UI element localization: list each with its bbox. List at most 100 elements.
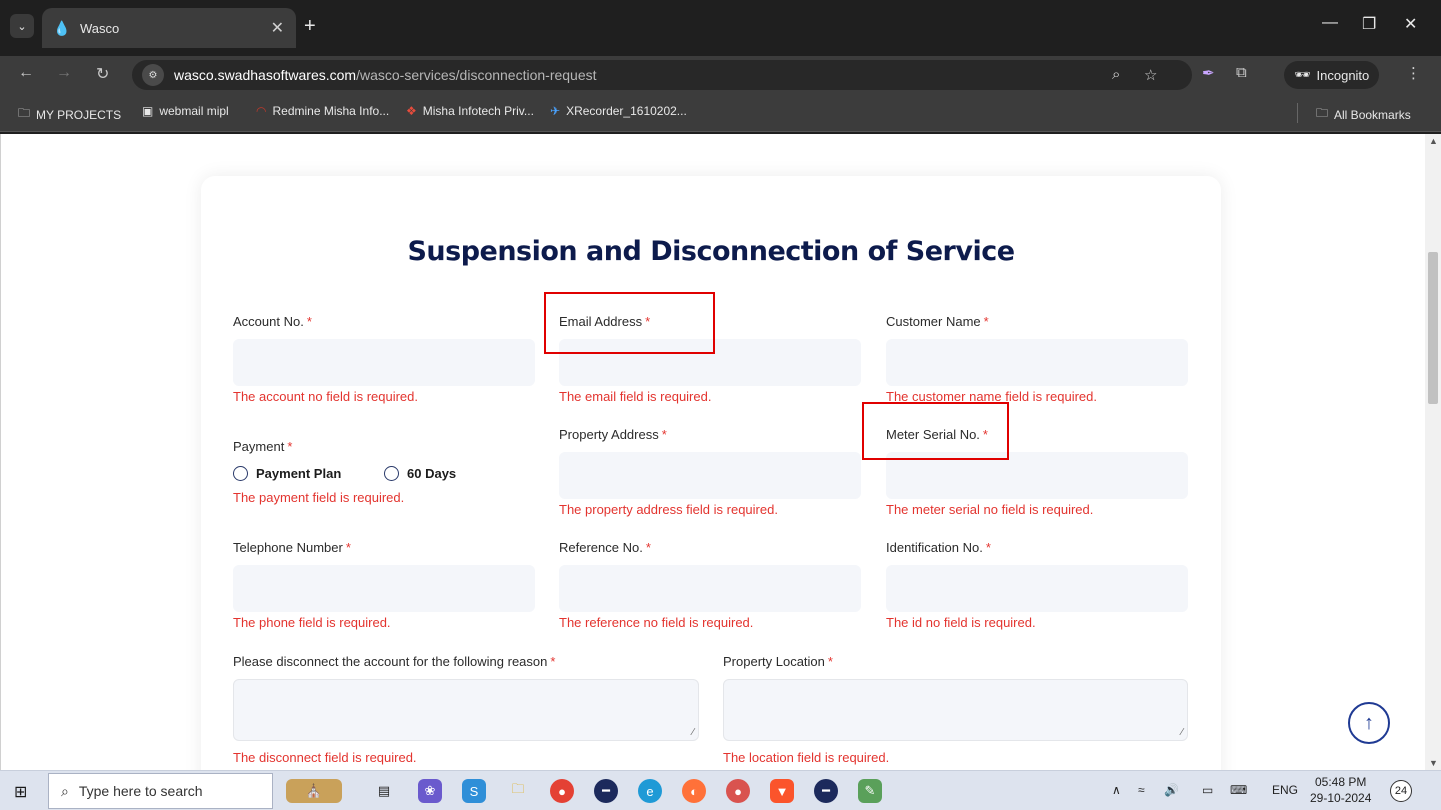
water-drop-icon: 💧 — [53, 19, 71, 36]
extensions-puzzle-icon[interactable]: ⧉ — [1236, 64, 1247, 81]
bookmark-webmail[interactable]: ▣ webmail mipl — [142, 104, 229, 118]
volume-icon[interactable]: 🔊 — [1164, 783, 1179, 797]
account-no-label: Account No. * — [233, 314, 312, 329]
misha-icon: ❖ — [406, 104, 417, 118]
webmail-icon: ▣ — [142, 104, 154, 118]
tab-bar: ⌄ 💧 Wasco ✕ + — ❐ ✕ — [0, 0, 1441, 56]
menu-kebab-icon[interactable]: ⋮ — [1406, 64, 1421, 82]
store-icon[interactable]: S — [462, 779, 486, 803]
customer-name-label: Customer Name * — [886, 314, 989, 329]
telephone-label: Telephone Number * — [233, 540, 351, 555]
tab-wasco[interactable]: 💧 Wasco ✕ — [42, 8, 296, 48]
browser-chrome: ⌄ 💧 Wasco ✕ + — ❐ ✕ ← → ↻ ⚙ wasco.swadha… — [0, 0, 1441, 134]
reference-no-label: Reference No. * — [559, 540, 651, 555]
incognito-badge[interactable]: 🕶 Incognito — [1284, 61, 1380, 89]
payment-error: The payment field is required. — [233, 490, 405, 505]
reload-icon[interactable]: ↻ — [96, 64, 109, 84]
extension-pen-icon[interactable]: ✒ — [1202, 64, 1215, 82]
account-no-input[interactable] — [233, 339, 535, 386]
search-icon: ⌕ — [61, 782, 69, 799]
windows-start-icon[interactable]: ⊞ — [14, 782, 27, 802]
keyboard-icon[interactable]: ⌨ — [1230, 783, 1247, 797]
reference-no-input[interactable] — [559, 565, 861, 612]
forward-arrow-icon[interactable]: → — [56, 64, 72, 82]
language-indicator[interactable]: ENG — [1272, 783, 1298, 797]
scroll-to-top-button[interactable]: ↑ — [1348, 702, 1390, 744]
page-scrollbar[interactable]: ▲ ▼ — [1425, 134, 1441, 770]
chrome-icon[interactable]: ● — [550, 779, 574, 803]
scrollbar-thumb[interactable] — [1428, 252, 1438, 404]
arrow-up-icon: ↑ — [1364, 711, 1374, 734]
telephone-error: The phone field is required. — [233, 615, 391, 630]
minimize-button[interactable]: — — [1322, 14, 1338, 32]
customer-name-input[interactable] — [886, 339, 1188, 386]
eclipse-icon[interactable]: ━ — [594, 779, 618, 803]
task-view-icon[interactable]: ▤ — [372, 779, 396, 803]
new-tab-button[interactable]: + — [304, 16, 316, 36]
copilot-icon[interactable]: ❀ — [418, 779, 442, 803]
property-address-label: Property Address * — [559, 427, 667, 442]
xrecorder-icon: ✈ — [550, 104, 561, 118]
payment-label: Payment * — [233, 439, 293, 454]
taskbar: ⊞ ⌕ Type here to search ⛪ ▤ ❀ S 🗀 ● ━ e … — [0, 770, 1441, 810]
radio-circle-icon[interactable] — [384, 466, 399, 481]
chrome-canary-icon[interactable]: ● — [726, 779, 750, 803]
notepad-icon[interactable]: ✎ — [858, 779, 882, 803]
tray-expand-icon[interactable]: ∧ — [1112, 783, 1121, 797]
wifi-icon[interactable]: ≈ — [1138, 783, 1145, 797]
resize-grip-icon[interactable]: ∕ — [1181, 727, 1183, 738]
bookmarks-divider — [1297, 103, 1298, 123]
highlight-box-email — [544, 292, 715, 354]
zoom-icon[interactable]: ⌕ — [1112, 66, 1120, 83]
eclipse-ide-icon[interactable]: ━ — [814, 779, 838, 803]
address-bar[interactable]: ⚙ wasco.swadhasoftwares.com/wasco-servic… — [132, 60, 1192, 90]
page-title: Suspension and Disconnection of Service — [407, 236, 1015, 267]
site-info-icon[interactable]: ⚙ — [142, 64, 164, 86]
all-bookmarks-button[interactable]: 🗀 All Bookmarks — [1316, 104, 1411, 125]
telephone-input[interactable] — [233, 565, 535, 612]
browser-toolbar: ← → ↻ ⚙ wasco.swadhasoftwares.com/wasco-… — [0, 56, 1441, 94]
scroll-up-arrow-icon[interactable]: ▲ — [1429, 136, 1438, 146]
brave-icon[interactable]: ▼ — [770, 779, 794, 803]
bookmark-redmine[interactable]: ◠ Redmine Misha Info... — [256, 104, 389, 118]
taskbar-clock[interactable]: 05:48 PM 29-10-2024 — [1310, 774, 1371, 806]
notification-center-icon[interactable]: 24 — [1390, 780, 1412, 802]
close-icon[interactable]: ✕ — [271, 18, 284, 38]
scroll-down-arrow-icon[interactable]: ▼ — [1429, 758, 1438, 768]
radio-circle-icon[interactable] — [233, 466, 248, 481]
file-explorer-icon[interactable]: 🗀 — [506, 779, 530, 803]
identification-no-input[interactable] — [886, 565, 1188, 612]
account-no-error: The account no field is required. — [233, 389, 418, 404]
tab-title: Wasco — [80, 20, 120, 36]
search-highlight-image-icon[interactable]: ⛪ — [286, 779, 342, 803]
bookmark-my-projects[interactable]: 🗀 MY PROJECTS — [18, 104, 121, 125]
taskbar-search-box[interactable]: ⌕ Type here to search — [48, 773, 273, 809]
reference-no-error: The reference no field is required. — [559, 615, 754, 630]
battery-icon[interactable]: ▭ — [1202, 783, 1213, 797]
folder-icon: 🗀 — [1316, 106, 1329, 120]
sixty-days-radio[interactable]: 60 Days — [384, 466, 456, 481]
back-arrow-icon[interactable]: ← — [18, 64, 34, 82]
tab-search-button[interactable]: ⌄ — [10, 14, 34, 38]
property-location-textarea[interactable]: ∕ — [723, 679, 1188, 741]
identification-no-error: The id no field is required. — [886, 615, 1036, 630]
firefox-icon[interactable]: ◐ — [682, 779, 706, 803]
restore-button[interactable]: ❐ — [1362, 14, 1376, 34]
email-error: The email field is required. — [559, 389, 712, 404]
bookmark-xrecorder[interactable]: ✈ XRecorder_1610202... — [550, 104, 687, 118]
disconnect-reason-textarea[interactable]: ∕ — [233, 679, 699, 741]
bookmark-misha-infotech[interactable]: ❖ Misha Infotech Priv... — [406, 104, 534, 118]
resize-grip-icon[interactable]: ∕ — [692, 727, 694, 738]
highlight-box-meter-serial — [862, 402, 1009, 460]
property-address-error: The property address field is required. — [559, 502, 778, 517]
payment-plan-radio[interactable]: Payment Plan — [233, 466, 341, 481]
property-address-input[interactable] — [559, 452, 861, 499]
window-close-button[interactable]: ✕ — [1404, 14, 1417, 34]
url-text: wasco.swadhasoftwares.com/wasco-services… — [174, 67, 597, 83]
bookmark-star-icon[interactable]: ☆ — [1144, 66, 1157, 84]
meter-serial-error: The meter serial no field is required. — [886, 502, 1094, 517]
bookmarks-bar: 🗀 MY PROJECTS ▣ webmail mipl ◠ Redmine Mish… — [0, 94, 1441, 132]
edge-icon[interactable]: e — [638, 779, 662, 803]
property-location-label: Property Location * — [723, 654, 833, 669]
incognito-icon: 🕶 — [1294, 67, 1311, 82]
